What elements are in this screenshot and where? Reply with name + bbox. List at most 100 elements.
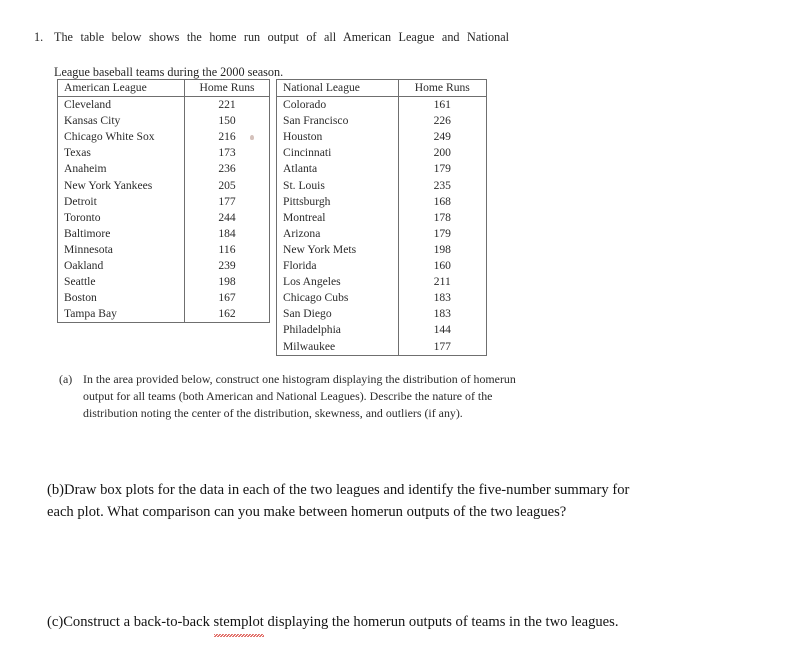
team-name-cell: Colorado	[276, 96, 399, 114]
american-league-table: American League Home Runs Cleveland 221 Ka…	[57, 79, 270, 324]
national-league-table-body: Colorado 161 San Francisco 226 Houston 249 Cin…	[276, 96, 487, 356]
team-name-cell: Atlanta	[276, 161, 399, 178]
team-name-cell: Montreal	[276, 209, 399, 226]
team-name-cell: Philadelphia	[276, 322, 399, 339]
home-runs-cell: 178	[433, 210, 451, 224]
table-row: New York Yankees 205	[57, 177, 270, 194]
column-header-league: American League	[57, 79, 186, 98]
misspelled-word-stemplot: stemplot	[213, 612, 265, 636]
table-row: Tampa Bay 162	[57, 306, 270, 323]
question-number: 1.	[34, 30, 44, 44]
question-text: The table below shows the home run outpu…	[54, 29, 509, 82]
team-name-cell: Houston	[276, 129, 399, 146]
team-name-cell: Detroit	[57, 193, 186, 210]
scan-artifact-speck	[250, 135, 254, 140]
part-b-label: (b)	[47, 482, 65, 498]
home-runs-cell: 226	[433, 114, 451, 128]
home-runs-cell: 179	[433, 162, 451, 176]
table-row: Anaheim 236	[57, 161, 270, 178]
team-name-cell: Seattle	[57, 274, 186, 291]
table-row: Seattle 198	[57, 274, 270, 291]
home-runs-cell: 235	[433, 178, 451, 192]
team-name-cell: Anaheim	[57, 161, 186, 178]
question-line-1: The table below shows the home run outpu…	[54, 30, 509, 44]
table-row: Florida 160	[276, 258, 487, 275]
home-runs-cell: 116	[218, 242, 236, 256]
table-row: Kansas City 150	[57, 113, 270, 130]
home-runs-cell: 144	[433, 323, 451, 337]
table-row: San Diego 183	[276, 306, 487, 323]
part-b-text: Draw box plots for the data in each of t…	[47, 482, 630, 520]
team-name-cell: Texas	[57, 145, 186, 162]
table-header-row: American League Home Runs	[57, 79, 270, 98]
team-name-cell: St. Louis	[276, 177, 399, 194]
table-row: Cincinnati 200	[276, 145, 487, 162]
team-name-cell: Chicago Cubs	[276, 290, 399, 307]
table-row: Montreal 178	[276, 209, 487, 226]
team-name-cell: New York Mets	[276, 241, 399, 259]
table-row: San Francisco 226	[276, 113, 487, 130]
part-c: (c)Construct a back-to-back stemplot dis…	[47, 612, 639, 636]
home-runs-cell: 244	[218, 210, 236, 224]
home-runs-cell: 183	[433, 291, 451, 305]
part-c-text-after: displaying the homerun outputs of teams …	[263, 614, 619, 630]
column-header-league: National League	[276, 79, 399, 98]
team-name-cell: Baltimore	[57, 225, 186, 242]
home-runs-cell: 160	[433, 259, 451, 273]
team-name-cell: Los Angeles	[276, 274, 399, 291]
team-name-cell: Kansas City	[57, 113, 186, 130]
team-name-cell: Minnesota	[57, 241, 186, 259]
home-runs-cell: 167	[218, 291, 236, 305]
table-row: Los Angeles 211	[276, 274, 487, 291]
home-runs-cell: 161	[433, 98, 451, 112]
national-league-table-header: National League Home Runs	[276, 79, 487, 98]
team-name-cell: Toronto	[57, 209, 186, 226]
table-row: Minnesota 116	[57, 241, 270, 259]
home-runs-cell: 200	[433, 146, 451, 160]
table-row: Baltimore 184	[57, 225, 270, 242]
home-runs-cell: 183	[433, 307, 451, 321]
question-line-2: League baseball teams during the 2000 se…	[54, 65, 284, 79]
team-name-cell: New York Yankees	[57, 177, 186, 194]
team-name-cell: Florida	[276, 258, 399, 275]
team-name-cell: San Francisco	[276, 113, 399, 130]
table-row: Pittsburgh 168	[276, 193, 487, 210]
team-name-cell: Cleveland	[57, 96, 186, 114]
team-name-cell: Pittsburgh	[276, 193, 399, 210]
part-a-label: (a)	[59, 372, 73, 386]
table-row: Colorado 161	[276, 96, 487, 114]
home-runs-cell: 162	[218, 307, 236, 321]
team-name-cell: Oakland	[57, 258, 186, 275]
american-league-table-body: Cleveland 221 Kansas City 150 Chicago White …	[57, 96, 270, 323]
home-runs-cell: 211	[433, 275, 451, 289]
table-row: Cleveland 221	[57, 96, 270, 114]
table-row: Chicago Cubs 183	[276, 290, 487, 307]
home-runs-cell: 198	[433, 242, 451, 256]
home-runs-cell: 205	[218, 178, 236, 192]
table-row: Atlanta 179	[276, 161, 487, 178]
home-runs-cell: 184	[218, 226, 236, 240]
home-runs-cell: 173	[218, 146, 236, 160]
table-header-row: National League Home Runs	[276, 79, 487, 98]
home-runs-cell: 236	[218, 162, 236, 176]
home-runs-cell: 150	[218, 114, 236, 128]
home-runs-cell: 221	[218, 98, 236, 112]
table-row: St. Louis 235	[276, 177, 487, 194]
national-league-table: National League Home Runs Colorado 161 San…	[276, 79, 487, 356]
home-runs-cell: 216	[218, 130, 236, 144]
part-a-text: In the area provided below, construct on…	[83, 372, 516, 420]
team-name-cell: Boston	[57, 290, 186, 307]
american-league-table-header: American League Home Runs	[57, 79, 270, 98]
home-runs-cell: 179	[433, 226, 451, 240]
table-row: Arizona 179	[276, 225, 487, 242]
team-name-cell: Arizona	[276, 225, 399, 242]
team-name-cell: Tampa Bay	[57, 306, 186, 323]
table-row: Toronto 244	[57, 209, 270, 226]
team-name-cell: Milwaukee	[276, 338, 399, 356]
home-runs-cell: 177	[433, 339, 451, 353]
home-runs-cell: 168	[433, 194, 451, 208]
table-row: New York Mets 198	[276, 241, 487, 259]
team-name-cell: San Diego	[276, 306, 399, 323]
worksheet-page: 1. The table below shows the home run ou…	[0, 0, 793, 652]
team-name-cell: Chicago White Sox	[57, 129, 186, 146]
